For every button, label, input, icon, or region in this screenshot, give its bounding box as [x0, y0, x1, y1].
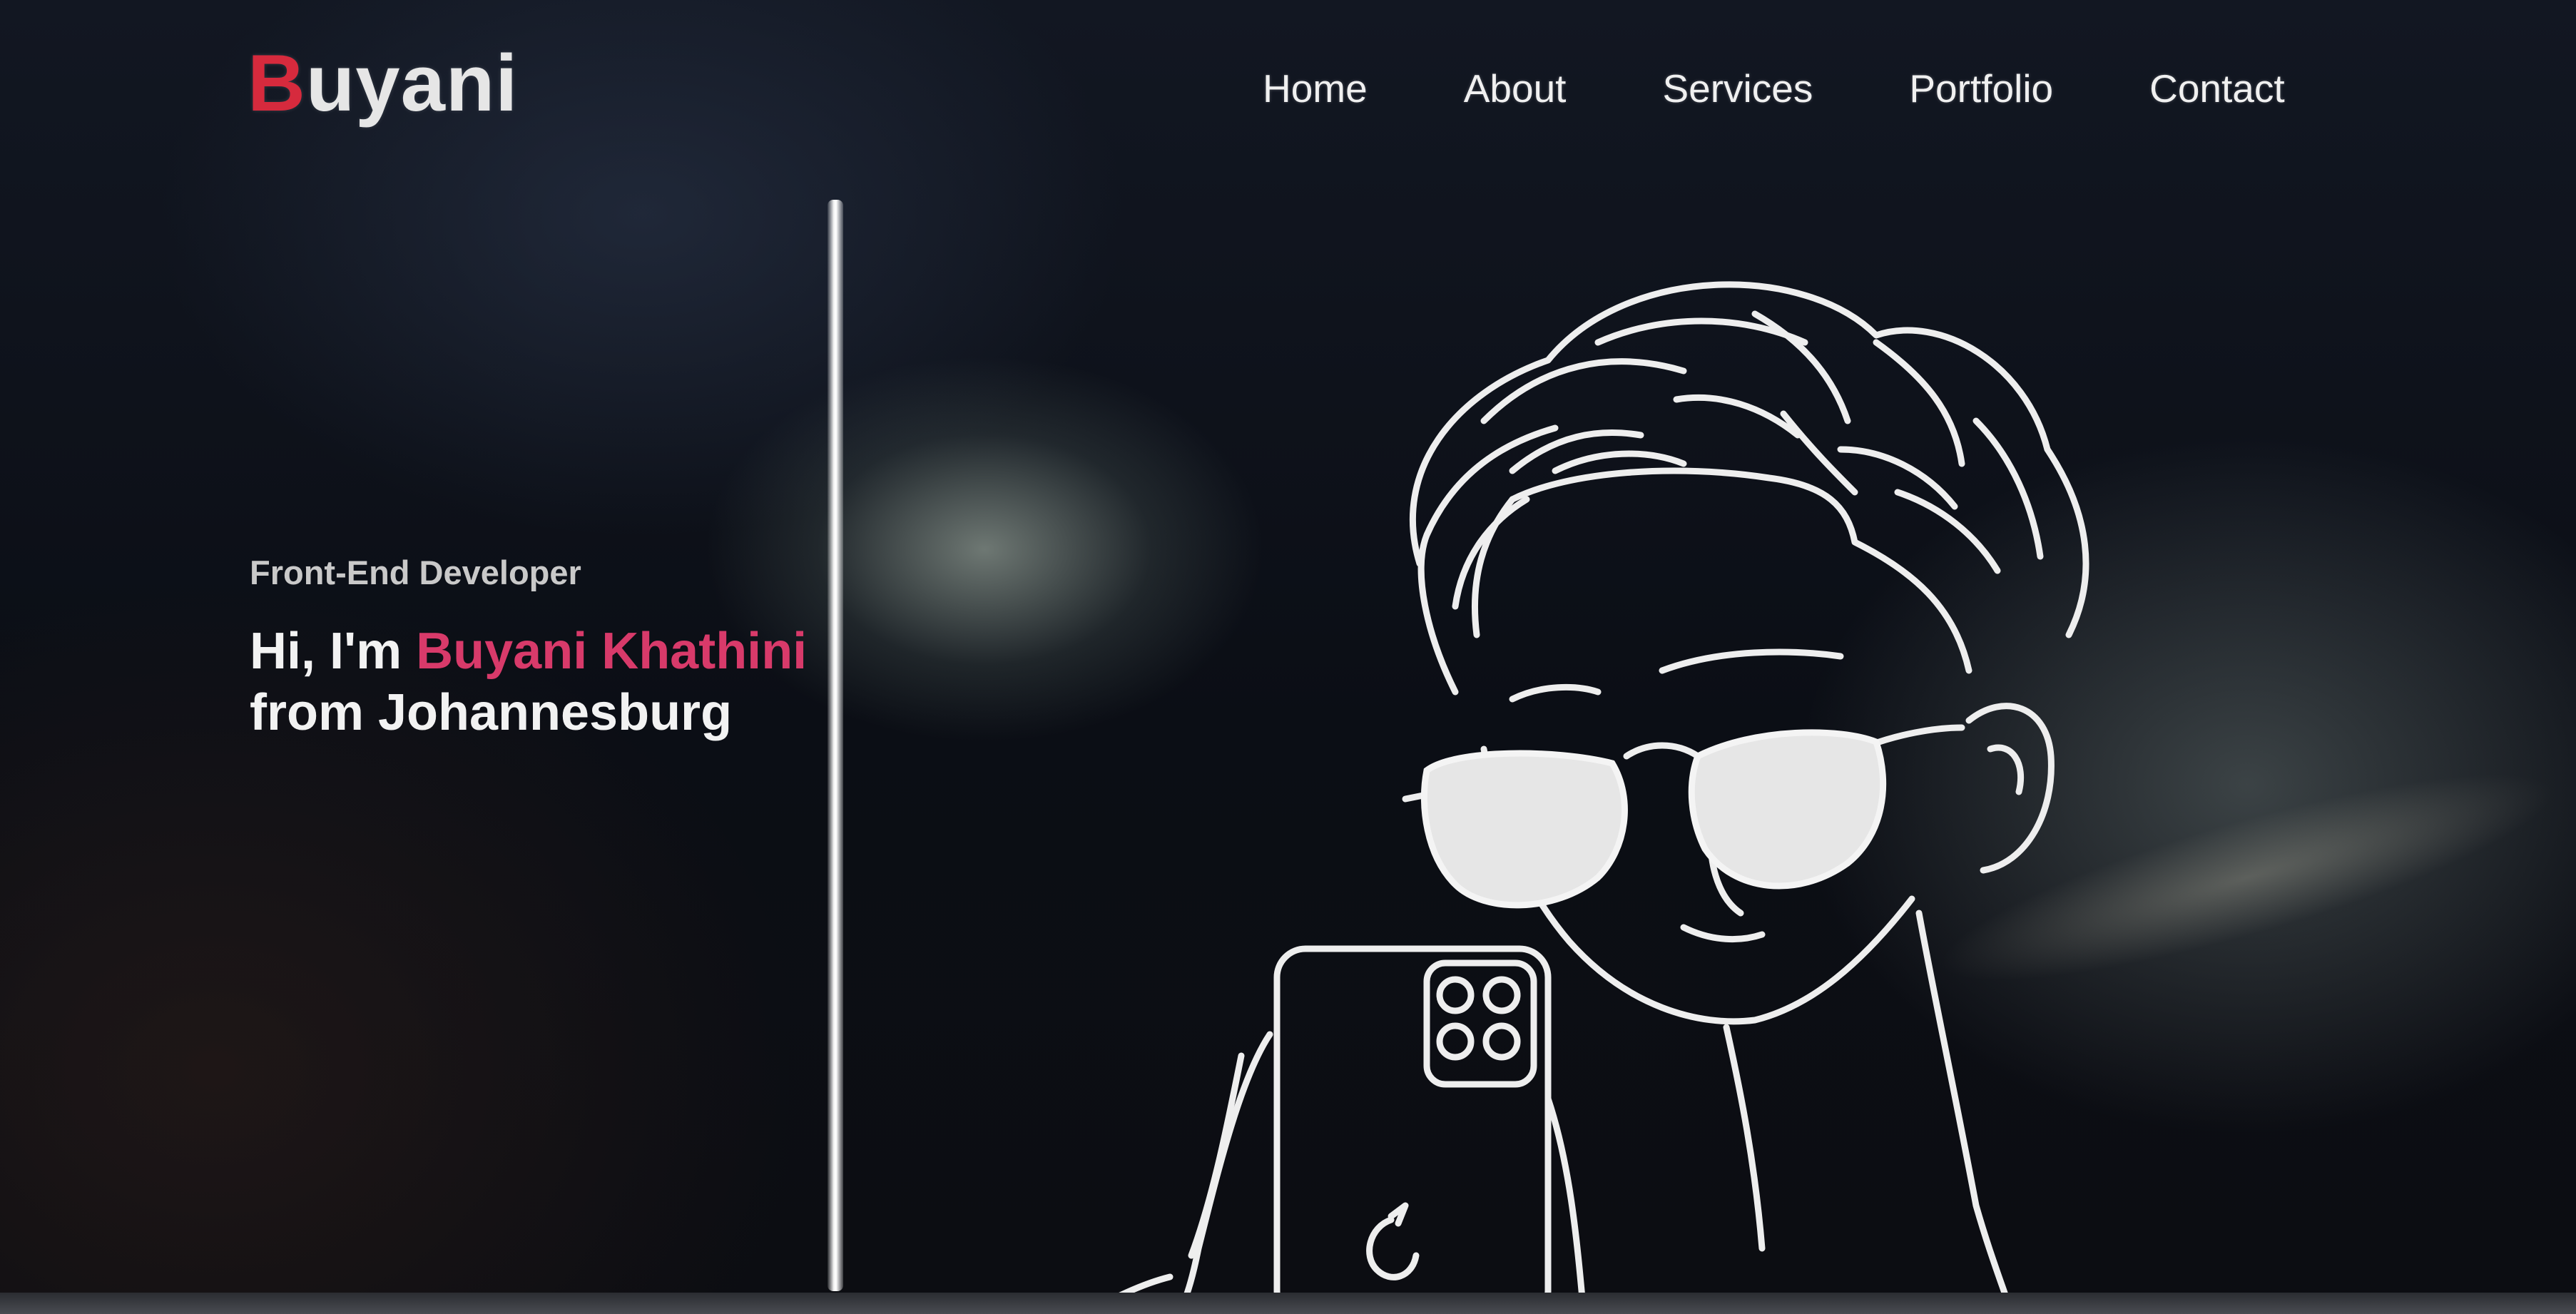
hero-name: Buyani Khathini: [416, 623, 808, 680]
navbar: Buyani Home About Services Portfolio Con…: [0, 0, 2576, 171]
nav-link-home[interactable]: Home: [1263, 66, 1368, 111]
nav-menu: Home About Services Portfolio Contact: [1263, 66, 2285, 111]
nav-link-services[interactable]: Services: [1662, 66, 1813, 111]
hero-location: from Johannesburg: [250, 684, 733, 741]
page: Buyani Home About Services Portfolio Con…: [0, 0, 2576, 1314]
vertical-divider: [828, 200, 843, 1291]
screen-bezel: [0, 1293, 2576, 1314]
hero-intro: Front-End Developer Hi, I'm Buyani Khath…: [250, 553, 963, 743]
hero-greeting: Hi, I'm: [250, 623, 417, 680]
avatar-illustration: [1056, 235, 2211, 1314]
nav-link-about[interactable]: About: [1464, 66, 1567, 111]
nav-link-portfolio[interactable]: Portfolio: [1909, 66, 2053, 111]
logo-first-letter: B: [248, 39, 306, 128]
line-art-avatar-icon: [1081, 281, 2089, 1314]
hero-role: Front-End Developer: [250, 554, 581, 591]
nav-link-contact[interactable]: Contact: [2149, 66, 2285, 111]
logo-rest: uyani: [305, 39, 519, 128]
site-logo[interactable]: Buyani: [248, 37, 518, 129]
hero-headline: Hi, I'm Buyani Khathini from Johannesburg: [250, 621, 963, 743]
